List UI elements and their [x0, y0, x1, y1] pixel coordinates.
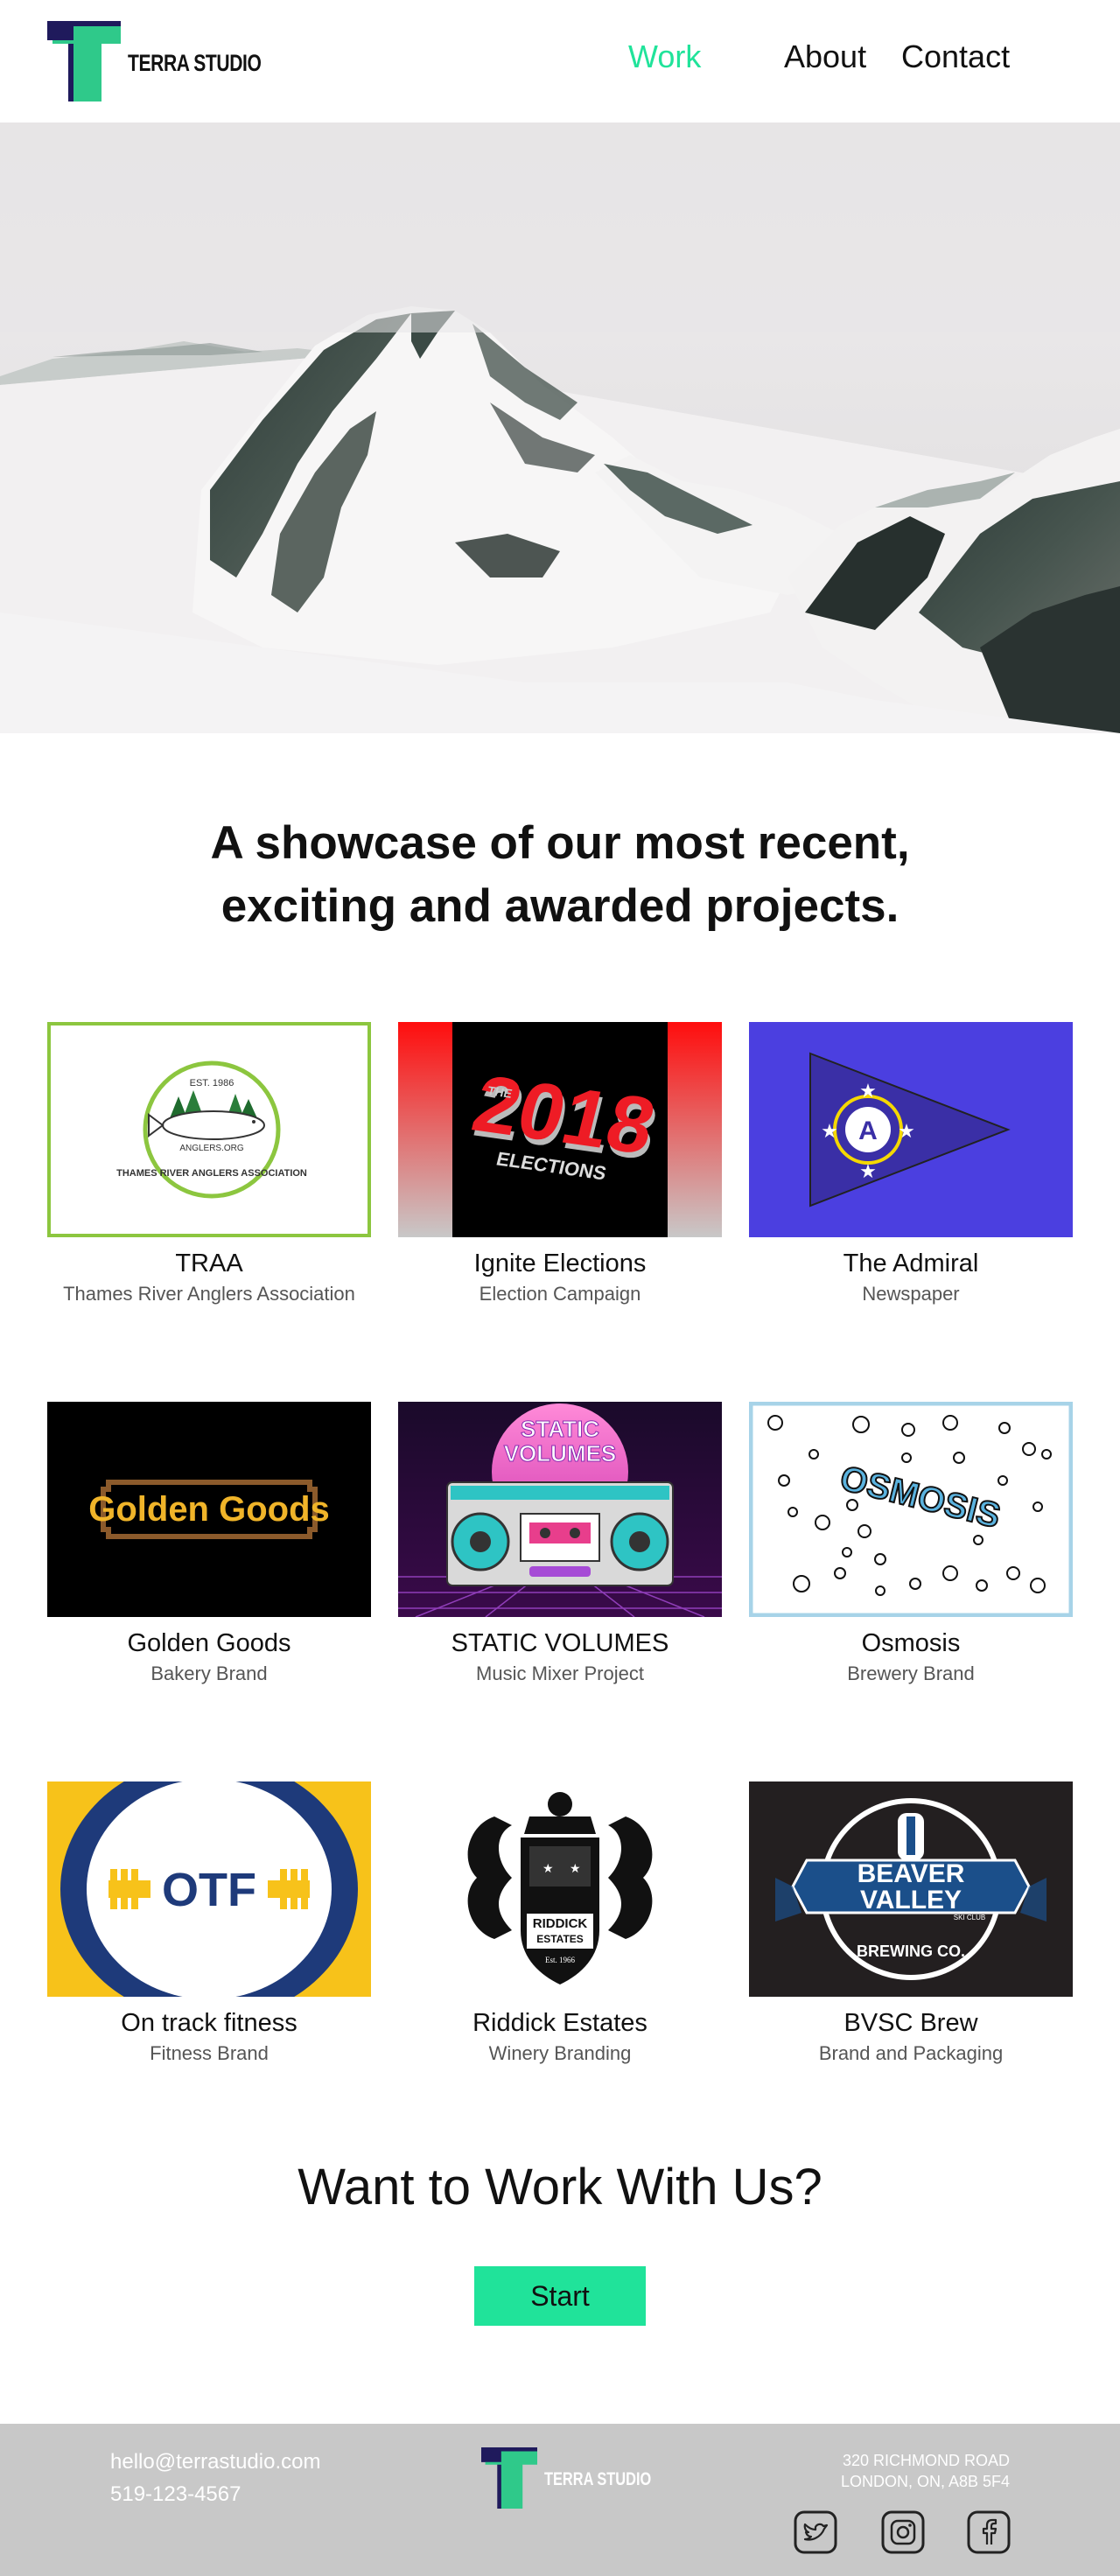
- terra-logo-mark-icon: [47, 21, 121, 102]
- admiral-flag-icon: A ★ ★ ★ ★: [749, 1022, 1073, 1237]
- site-footer: hello@terrastudio.com 519-123-4567 TERRA…: [0, 2424, 1120, 2576]
- footer-address-line1: 320 RICHMOND ROAD: [842, 2452, 1010, 2469]
- project-thumb[interactable]: STATIC VOLUMES: [398, 1402, 722, 1617]
- bvsc-line2: VALLEY: [860, 1886, 962, 1914]
- riddick-line1: RIDDICK: [533, 1916, 588, 1931]
- ignite-2018-icon: 2018 2018 THE ELECTIONS: [398, 1022, 722, 1237]
- project-subtitle: Newspaper: [862, 1283, 960, 1305]
- intro-heading: A showcase of our most recent, exciting …: [0, 812, 1120, 938]
- project-thumb[interactable]: EST. 1986 ANGLERS.ORG THAMES RIVER ANGLE…: [47, 1022, 371, 1237]
- project-subtitle: Fitness Brand: [150, 2042, 269, 2064]
- traa-year: EST. 1986: [190, 1078, 234, 1088]
- project-subtitle: Music Mixer Project: [476, 1662, 644, 1684]
- project-title: Golden Goods: [127, 1629, 291, 1657]
- start-button[interactable]: Start: [474, 2266, 646, 2326]
- project-thumb[interactable]: BEAVER VALLEY SKI CLUB BREWING CO.: [749, 1782, 1073, 1997]
- bvsc-brewing: BREWING CO.: [857, 1942, 965, 1960]
- main-nav: Work About Contact: [508, 38, 1120, 82]
- brand-name: TERRA STUDIO: [128, 50, 262, 76]
- project-title: The Admiral: [843, 1250, 979, 1278]
- project-thumb[interactable]: 2018 2018 THE ELECTIONS: [398, 1022, 722, 1237]
- project-card-otf[interactable]: OTF On track fitness Fitness Brand: [47, 1782, 371, 2064]
- admiral-letter: A: [858, 1116, 878, 1145]
- project-card-osmosis[interactable]: OSMOSIS Osmosis Brewery Brand: [749, 1402, 1073, 1684]
- svg-text:★: ★: [542, 1861, 554, 1875]
- beaver-valley-logo-icon: BEAVER VALLEY SKI CLUB BREWING CO.: [749, 1782, 1073, 1997]
- brand-logo[interactable]: TERRA STUDIO: [47, 21, 284, 102]
- facebook-icon[interactable]: [966, 2510, 1012, 2555]
- project-thumb[interactable]: A ★ ★ ★ ★: [749, 1022, 1073, 1237]
- nav-work[interactable]: Work: [628, 38, 701, 75]
- osmosis-logo-icon: OSMOSIS: [749, 1402, 1073, 1617]
- svg-text:★: ★: [570, 1861, 581, 1875]
- static-volumes-line2: VOLUMES: [504, 1440, 617, 1466]
- footer-address-line2: LONDON, ON, A8B 5F4: [840, 2473, 1010, 2490]
- project-card-static-volumes[interactable]: STATIC VOLUMES STATIC VOLUMES Music Mixe…: [398, 1402, 722, 1684]
- nav-contact[interactable]: Contact: [901, 38, 1010, 75]
- project-card-ignite[interactable]: 2018 2018 THE ELECTIONS Ignite Elections…: [398, 1022, 722, 1305]
- project-card-admiral[interactable]: A ★ ★ ★ ★ The Admiral Newspaper: [749, 1022, 1073, 1305]
- svg-text:★: ★: [898, 1120, 915, 1142]
- hero-image: [0, 122, 1120, 733]
- project-card-riddick[interactable]: ★ ★ RIDDICK ESTATES Est. 1966 Riddick Est…: [398, 1782, 722, 2064]
- traa-logo-icon: EST. 1986 ANGLERS.ORG THAMES RIVER ANGLE…: [47, 1022, 371, 1237]
- footer-brand-name: TERRA STUDIO: [544, 2469, 652, 2489]
- project-card-bvsc[interactable]: BEAVER VALLEY SKI CLUB BREWING CO. BVSC …: [749, 1782, 1073, 2064]
- project-title: BVSC Brew: [844, 2009, 978, 2037]
- project-title: Riddick Estates: [472, 2009, 648, 2037]
- traa-ring-text: THAMES RIVER ANGLERS ASSOCIATION: [116, 1168, 307, 1179]
- static-volumes-boombox-icon: STATIC VOLUMES: [398, 1402, 722, 1617]
- intro-line-2: exciting and awarded projects.: [220, 880, 900, 932]
- bvsc-line1: BEAVER: [858, 1859, 965, 1888]
- terra-logo-mark-icon: [481, 2446, 537, 2510]
- traa-url: ANGLERS.ORG: [179, 1144, 244, 1153]
- project-title: TRAA: [175, 1250, 243, 1278]
- project-subtitle: Brand and Packaging: [818, 2042, 1004, 2064]
- riddick-crest-icon: ★ ★ RIDDICK ESTATES Est. 1966: [398, 1782, 722, 1997]
- golden-goods-logo-icon: Golden Goods: [47, 1402, 371, 1617]
- site-header: TERRA STUDIO Work About Contact: [0, 0, 1120, 122]
- svg-text:★: ★: [859, 1160, 877, 1182]
- project-title: On track fitness: [121, 2009, 298, 2037]
- nav-about[interactable]: About: [784, 38, 866, 75]
- project-title: Ignite Elections: [473, 1250, 647, 1278]
- project-thumb[interactable]: OSMOSIS: [749, 1402, 1073, 1617]
- intro-line-1: A showcase of our most recent,: [210, 817, 910, 869]
- project-title: Osmosis: [861, 1629, 961, 1657]
- svg-text:★: ★: [859, 1080, 877, 1102]
- project-subtitle: Bakery Brand: [150, 1662, 268, 1684]
- project-thumb[interactable]: Golden Goods: [47, 1402, 371, 1617]
- riddick-line2: ESTATES: [536, 1933, 584, 1945]
- cta-heading: Want to Work With Us?: [298, 2159, 822, 2216]
- project-card-traa[interactable]: EST. 1986 ANGLERS.ORG THAMES RIVER ANGLE…: [47, 1022, 371, 1305]
- svg-text:★: ★: [821, 1120, 838, 1142]
- instagram-icon[interactable]: [880, 2510, 926, 2555]
- project-subtitle: Thames River Anglers Association: [63, 1283, 355, 1305]
- footer-email[interactable]: hello@terrastudio.com: [110, 2450, 320, 2474]
- bvsc-ski-club: SKI CLUB: [954, 1914, 985, 1922]
- riddick-est: Est. 1966: [545, 1956, 576, 1964]
- project-subtitle: Winery Branding: [488, 2042, 632, 2064]
- project-thumb[interactable]: OTF: [47, 1782, 371, 1997]
- project-subtitle: Election Campaign: [479, 1283, 641, 1305]
- project-thumb[interactable]: ★ ★ RIDDICK ESTATES Est. 1966: [398, 1782, 722, 1997]
- footer-phone[interactable]: 519-123-4567: [110, 2482, 241, 2507]
- otf-wordmark: OTF: [162, 1864, 256, 1916]
- otf-logo-icon: OTF: [47, 1782, 371, 1997]
- golden-goods-wordmark: Golden Goods: [88, 1490, 330, 1529]
- footer-logo[interactable]: TERRA STUDIO: [481, 2446, 656, 2516]
- static-volumes-line1: STATIC: [521, 1416, 599, 1442]
- project-subtitle: Brewery Brand: [847, 1662, 975, 1684]
- project-title: STATIC VOLUMES: [451, 1629, 669, 1657]
- twitter-icon[interactable]: [793, 2510, 838, 2555]
- project-card-golden-goods[interactable]: Golden Goods Golden Goods Bakery Brand: [47, 1402, 371, 1684]
